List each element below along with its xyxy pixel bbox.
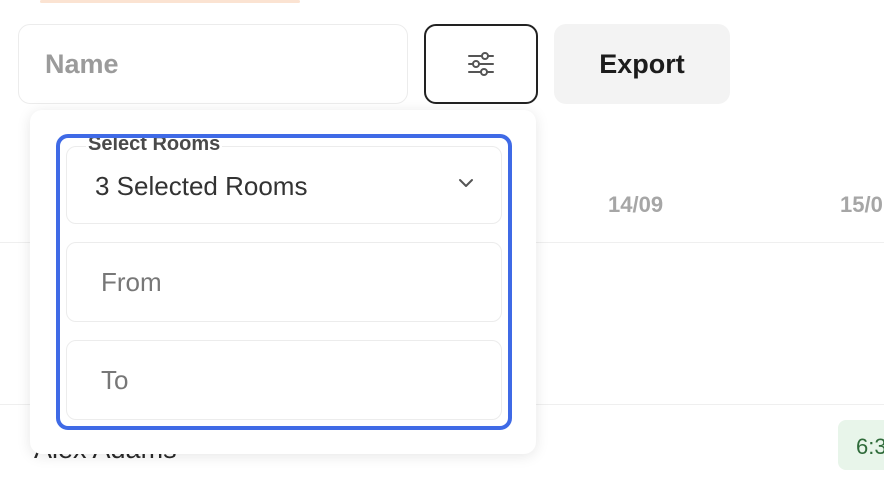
sliders-icon xyxy=(468,52,494,76)
date-column-header: 14/09 xyxy=(608,192,664,217)
rooms-select[interactable]: 3 Selected Rooms xyxy=(66,146,502,224)
from-date-input[interactable] xyxy=(66,242,502,322)
chevron-down-icon xyxy=(459,179,473,187)
rooms-select-value: 3 Selected Rooms xyxy=(95,171,308,201)
name-search-input[interactable] xyxy=(18,24,408,104)
screen: Export 14/09 15/0 Alex Adams 6:3 3 Selec… xyxy=(0,0,884,484)
top-accent-bar xyxy=(40,0,300,3)
export-button[interactable]: Export xyxy=(554,24,730,104)
to-date-input[interactable] xyxy=(66,340,502,420)
rooms-select-label: Select Rooms xyxy=(86,133,223,155)
date-column-header: 15/0 xyxy=(840,192,883,217)
time-chip[interactable]: 6:3 xyxy=(838,420,884,470)
filter-button[interactable] xyxy=(424,24,538,104)
